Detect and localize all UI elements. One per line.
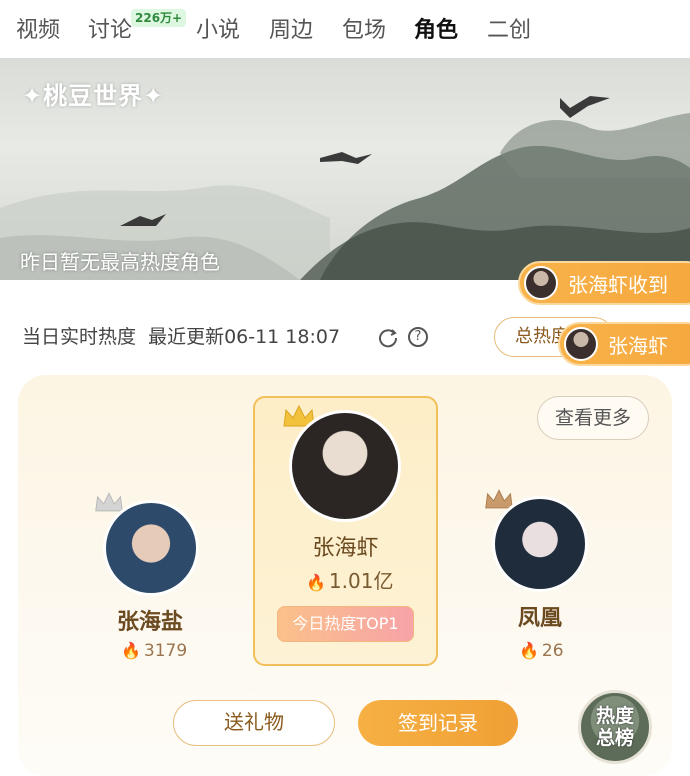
tab-bar: 视频 讨论 226万+ 小说 周边 包场 角色 二创	[0, 0, 690, 58]
character-page: 视频 讨论 226万+ 小说 周边 包场 角色 二创 ✦桃豆世界✦ 昨日暂无最高…	[0, 0, 690, 776]
avatar-third[interactable]	[492, 496, 588, 592]
first-heat-value: 1.01亿	[328, 569, 394, 593]
top1-tag: 今日热度TOP1	[277, 606, 414, 642]
brand-logo: ✦桃豆世界✦	[22, 82, 165, 110]
second-heat-value: 3179	[143, 641, 188, 661]
tab-video[interactable]: 视频	[16, 12, 60, 44]
tab-characters[interactable]: 角色	[414, 12, 458, 44]
third-heat: 🔥 26	[519, 641, 564, 661]
badge-line2: 总榜	[595, 727, 634, 749]
avatar-second[interactable]	[103, 500, 199, 596]
heat-label: 当日实时热度	[22, 326, 137, 348]
view-more-button[interactable]: 查看更多	[537, 396, 649, 440]
danmaku-text: 张海虾	[608, 333, 668, 358]
discussion-count-badge: 226万+	[131, 9, 187, 27]
tab-merch[interactable]: 周边	[269, 12, 313, 44]
badge-line1: 热度	[595, 705, 634, 727]
avatar	[564, 327, 598, 361]
avatar	[524, 266, 558, 300]
refresh-icon[interactable]	[377, 327, 399, 349]
tab-novel[interactable]: 小说	[196, 12, 240, 44]
third-heat-value: 26	[541, 641, 564, 661]
first-heat: 🔥 1.01亿	[306, 565, 393, 594]
update-time: 最近更新06-11 18:07	[148, 326, 341, 348]
danmaku-text: 张海虾收到	[568, 272, 668, 297]
send-gift-button[interactable]: 送礼物	[173, 700, 335, 746]
flame-icon: 🔥	[519, 641, 539, 660]
flame-icon: 🔥	[306, 573, 326, 592]
banner[interactable]: ✦桃豆世界✦ 昨日暂无最高热度角色	[0, 58, 690, 280]
tab-discussion[interactable]: 讨论	[88, 12, 132, 44]
flame-icon: 🔥	[121, 641, 141, 660]
tab-fan-creation[interactable]: 二创	[487, 12, 531, 44]
heat-leaderboard-float-button[interactable]: 热度 总榜	[578, 690, 652, 764]
danmaku-pill-overlay: 张海虾	[558, 322, 690, 366]
danmaku-pill[interactable]: 张海虾收到	[518, 261, 690, 305]
second-name: 张海盐	[116, 610, 183, 635]
third-name: 凤凰	[517, 606, 562, 631]
first-name: 张海虾	[312, 536, 379, 561]
tab-booking[interactable]: 包场	[342, 12, 386, 44]
checkin-record-button[interactable]: 签到记录	[358, 700, 518, 746]
avatar-first[interactable]	[289, 410, 401, 522]
heat-status: 当日实时热度 最近更新06-11 18:07	[22, 322, 346, 349]
banner-caption: 昨日暂无最高热度角色	[20, 250, 220, 274]
second-heat: 🔥 3179	[121, 641, 187, 661]
help-icon[interactable]: ?	[408, 327, 428, 347]
